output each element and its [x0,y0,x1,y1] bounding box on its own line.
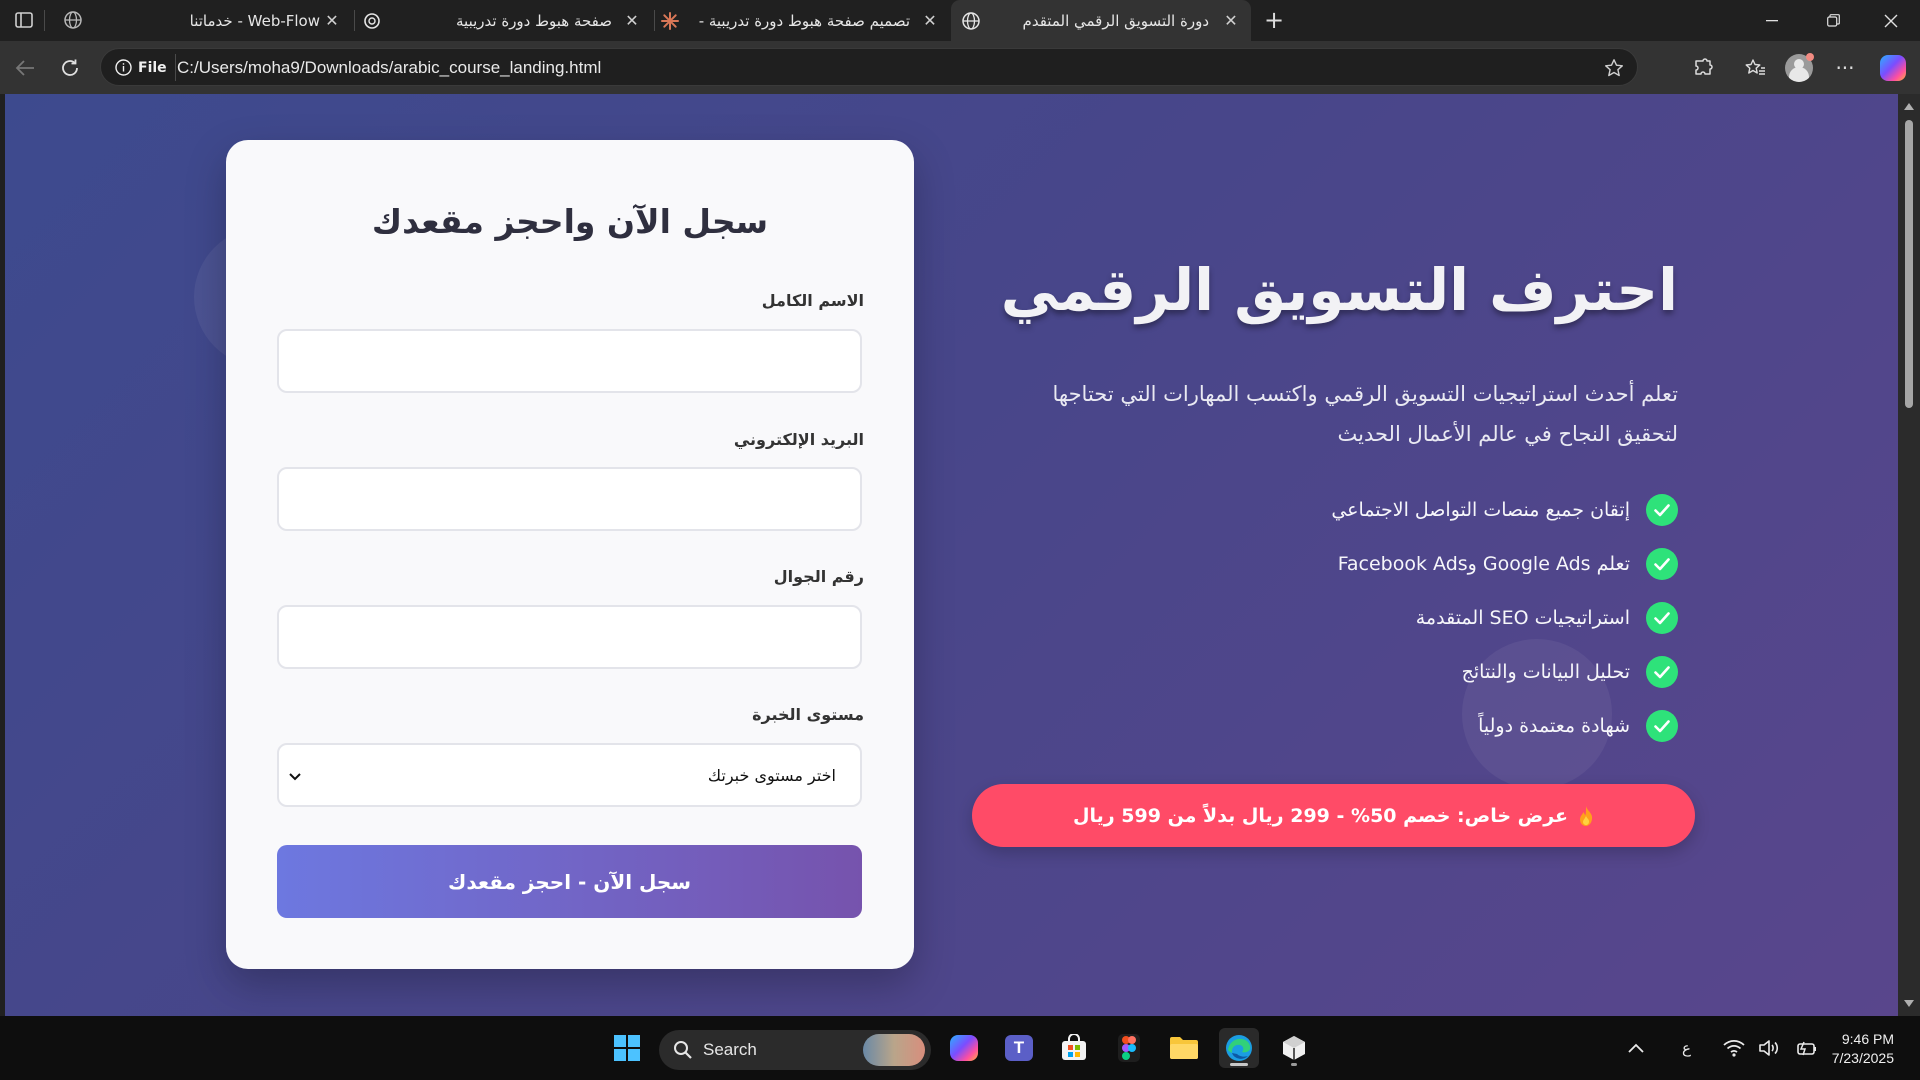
hero-description: تعلم أحدث استراتيجيات التسويق الرقمي واك… [1052,382,1679,446]
checkmark-icon [1646,548,1678,580]
tab-landing-page[interactable]: صفحة هبوط دورة تدريبية ✕ [360,0,650,41]
checkmark-icon [1646,494,1678,526]
feature-item: شهادة معتمدة دولياً [1478,709,1678,743]
microsoft-store-icon[interactable] [1054,1028,1094,1068]
search-highlight-image [863,1034,925,1066]
chevron-down-icon [289,766,301,785]
favorite-star-icon[interactable] [1601,55,1627,81]
hero-title: احترف التسويق الرقمي [1000,256,1678,324]
phone-input[interactable] [277,605,862,669]
teams-icon[interactable]: T [999,1028,1039,1068]
profile-avatar[interactable] [1782,51,1816,85]
tab-title: تصميم صفحة هبوط دورة تدريبية - [698,11,910,30]
sidebar-toggle-icon[interactable] [8,6,40,34]
close-icon[interactable]: ✕ [320,9,344,33]
show-hidden-icons-chevron-up-icon[interactable] [1628,1016,1644,1080]
app-icon[interactable] [1274,1028,1314,1068]
search-icon [674,1041,692,1059]
email-input[interactable] [277,467,862,531]
taskbar-search[interactable]: Search [659,1030,931,1070]
workspaces-icon[interactable] [57,6,89,34]
more-menu-icon[interactable]: ··· [1828,51,1862,85]
feature-item: تعلم Google Ads وFacebook Ads [1338,547,1678,581]
scheme-label: File [138,59,167,76]
tab-web-flow[interactable]: Web-Flow - خدماتنا ✕ [100,0,350,41]
favorites-icon[interactable] [1738,51,1772,85]
info-icon [115,59,132,76]
page-scrollbar[interactable] [1898,94,1920,1016]
chatgpt-icon [360,9,384,33]
file-explorer-icon[interactable] [1164,1028,1204,1068]
experience-label: مستوى الخبرة [752,705,864,724]
windows-start-icon[interactable] [607,1028,647,1068]
feature-item: استراتيجيات SEO المتقدمة [1416,601,1678,635]
battery-icon [1797,1041,1816,1056]
tab-active-course[interactable]: دورة التسويق الرقمي المتقدم ✕ [951,0,1251,41]
form-title: سجل الآن واحجز مقعدك [371,202,769,241]
copilot-icon[interactable] [944,1028,984,1068]
volume-icon [1759,1040,1779,1056]
search-label: Search [703,1040,757,1059]
checkmark-icon [1646,656,1678,688]
clock-time: 9:46 PM [1841,1031,1894,1047]
feature-text: تحليل البيانات والنتائج [1461,661,1630,683]
claude-icon [658,9,682,33]
figma-icon[interactable] [1109,1028,1149,1068]
close-icon[interactable]: ✕ [918,9,942,33]
registration-card: سجل الآن واحجز مقعدك الاسم الكامل البريد… [226,140,914,969]
browser-toolbar: File C:/Users/moha9/Downloads/arabic_cou… [0,41,1920,94]
minimize-button[interactable] [1743,0,1801,41]
tab-title: Web-Flow - خدماتنا [190,11,320,30]
back-button[interactable] [8,51,42,85]
restore-button[interactable] [1804,0,1862,41]
feature-text: استراتيجيات SEO المتقدمة [1415,607,1630,629]
phone-label: رقم الجوال [773,567,864,586]
close-window-button[interactable] [1862,0,1920,41]
page-viewport: سجل الآن واحجز مقعدك الاسم الكامل البريد… [5,94,1898,1016]
tab-design-page[interactable]: تصميم صفحة هبوط دورة تدريبية - ✕ [658,0,948,41]
windows-taskbar: Search T ع 9:46 PM 7/23/2025 [0,1016,1920,1080]
extensions-icon[interactable] [1686,51,1720,85]
url-text[interactable]: C:/Users/moha9/Downloads/arabic_course_l… [177,58,601,78]
system-tray-status[interactable] [1723,1016,1817,1080]
scroll-up-arrow-icon[interactable] [1904,103,1914,110]
browser-tab-strip: Web-Flow - خدماتنا ✕ صفحة هبوط دورة تدري… [0,0,1920,41]
fire-icon [1578,805,1594,827]
refresh-button[interactable] [53,51,87,85]
system-clock[interactable]: 9:46 PM 7/23/2025 [1822,1030,1894,1068]
site-info-button[interactable]: File [109,54,176,81]
wifi-icon [1723,1039,1745,1057]
scroll-down-arrow-icon[interactable] [1904,1000,1914,1007]
experience-selected-value: اختر مستوى خبرتك [707,765,836,785]
feature-text: تعلم Google Ads وFacebook Ads [1337,553,1630,575]
scrollbar-thumb[interactable] [1905,120,1913,408]
tab-title: صفحة هبوط دورة تدريبية [456,11,612,30]
input-language-indicator[interactable]: ع [1682,1016,1691,1080]
address-bar[interactable]: File C:/Users/moha9/Downloads/arabic_cou… [100,48,1638,86]
copilot-icon[interactable] [1876,51,1910,85]
experience-select[interactable]: اختر مستوى خبرتك [277,743,862,807]
register-submit-button[interactable]: سجل الآن - احجز مقعدك [277,845,862,918]
tab-title: دورة التسويق الرقمي المتقدم [1022,11,1209,30]
globe-icon [959,9,983,33]
feature-item: تحليل البيانات والنتائج [1462,655,1678,689]
feature-text: إتقان جميع منصات التواصل الاجتماعي [1331,499,1630,521]
checkmark-icon [1646,710,1678,742]
feature-item: إتقان جميع منصات التواصل الاجتماعي [1331,493,1678,527]
edge-icon[interactable] [1219,1028,1259,1068]
full-name-input[interactable] [277,329,862,393]
full-name-label: الاسم الكامل [761,291,864,310]
clock-date: 7/23/2025 [1831,1050,1894,1066]
email-label: البريد الإلكتروني [733,430,864,449]
feature-text: شهادة معتمدة دولياً [1478,715,1630,737]
close-icon[interactable]: ✕ [1219,9,1243,33]
offer-text: عرض خاص: خصم 50% - 299 ريال بدلاً من 599… [1072,804,1569,827]
close-icon[interactable]: ✕ [620,9,644,33]
new-tab-button[interactable]: + [1258,6,1290,34]
checkmark-icon [1646,602,1678,634]
special-offer-banner: عرض خاص: خصم 50% - 299 ريال بدلاً من 599… [972,784,1695,847]
